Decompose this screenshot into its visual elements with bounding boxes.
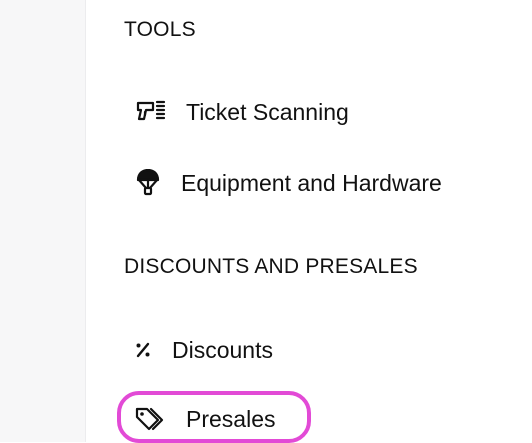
- sidebar-item-label: Presales: [186, 405, 276, 432]
- percent-icon: [134, 335, 152, 365]
- sidebar-item-discounts[interactable]: Discounts: [134, 335, 273, 365]
- sidebar-item-label: Ticket Scanning: [186, 98, 349, 125]
- parachute-icon: [135, 168, 161, 198]
- sidebar-item-presales[interactable]: Presales: [134, 404, 275, 434]
- section-heading-tools: TOOLS: [124, 18, 196, 41]
- sidebar-item-equipment-and-hardware[interactable]: Equipment and Hardware: [135, 168, 442, 198]
- tags-icon: [134, 404, 166, 434]
- section-heading-discounts-and-presales: DISCOUNTS AND PRESALES: [124, 255, 418, 278]
- scanner-gun-icon: [136, 97, 166, 127]
- sidebar-item-label: Discounts: [172, 336, 273, 363]
- sidebar-item-ticket-scanning[interactable]: Ticket Scanning: [136, 97, 349, 127]
- sidebar-item-label: Equipment and Hardware: [181, 169, 442, 196]
- left-panel-strip: [0, 0, 86, 442]
